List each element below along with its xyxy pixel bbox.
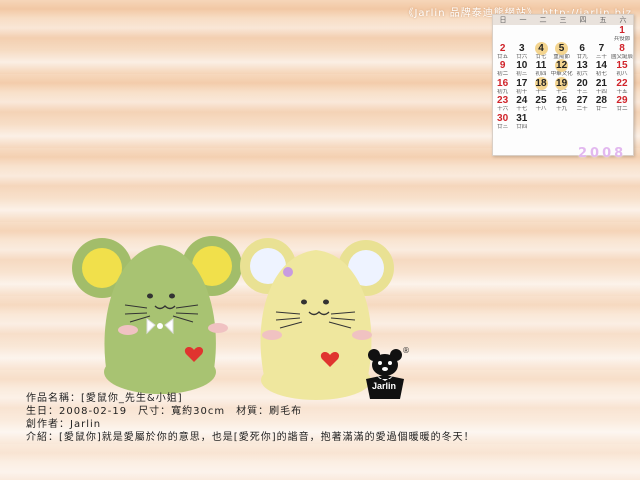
calendar-day-number: 31 — [516, 112, 528, 124]
calendar-day-number: 14 — [595, 60, 607, 71]
calendar-day-number: 15 — [616, 60, 628, 71]
calendar-day-number: 5 — [558, 42, 565, 54]
calendar-day-number: 9 — [499, 60, 506, 71]
calendar-day-number: 19 — [556, 77, 568, 89]
calendar-day-number: 27 — [576, 95, 588, 106]
product-info: 作品名稱：[愛鼠你_先生&小姐] 生日：2008-02-19 尺寸：寬約30cm… — [26, 392, 475, 444]
calendar-day-number: 7 — [598, 42, 605, 54]
calendar-day-number: 28 — [595, 95, 607, 106]
calendar-day-number: 30 — [497, 112, 509, 124]
info-creator: 創作者：Jarlin — [26, 419, 102, 430]
calendar-day-number: 25 — [535, 95, 547, 106]
green-mouse-plush — [72, 236, 242, 394]
calendar-day-number: 12 — [556, 60, 568, 71]
calendar-day-number: 29 — [616, 95, 628, 106]
calendar-day-number: 11 — [535, 60, 547, 71]
calendar-day-number: 10 — [516, 60, 528, 71]
registered-mark: ® — [402, 346, 410, 355]
logo-text: Jarlin — [371, 381, 396, 391]
calendar-day-number: 6 — [579, 42, 585, 54]
calendar-day-number: 3 — [519, 42, 525, 54]
calendar-day-number: 23 — [497, 95, 509, 106]
info-birth-size-material: 生日：2008-02-19 尺寸：寬約30cm 材質：刷毛布 — [26, 406, 303, 417]
calendar-day-number: 2 — [499, 42, 506, 54]
calendar-day-number: 16 — [497, 77, 509, 89]
calendar-day-number: 4 — [538, 42, 544, 54]
calendar-day-number: 18 — [535, 77, 547, 89]
calendar-day-number: 26 — [556, 95, 568, 106]
calendar-day-number: 22 — [616, 77, 628, 89]
calendar-day-number: 17 — [516, 77, 528, 89]
info-description: 介紹：[愛鼠你]就是愛屬於你的意思，也是[愛死你]的諧音，抱著滿滿的愛過個暖暖的… — [26, 432, 475, 443]
calendar-day-number: 1 — [619, 25, 625, 36]
calendar-day-number: 24 — [516, 95, 528, 106]
calendar-day-number: 8 — [619, 42, 625, 54]
calendar-day-number: 21 — [595, 77, 607, 89]
info-product-name: 作品名稱：[愛鼠你_先生&小姐] — [26, 393, 183, 404]
calendar-day-number: 20 — [576, 77, 588, 89]
calendar-day-number: 13 — [576, 60, 588, 71]
